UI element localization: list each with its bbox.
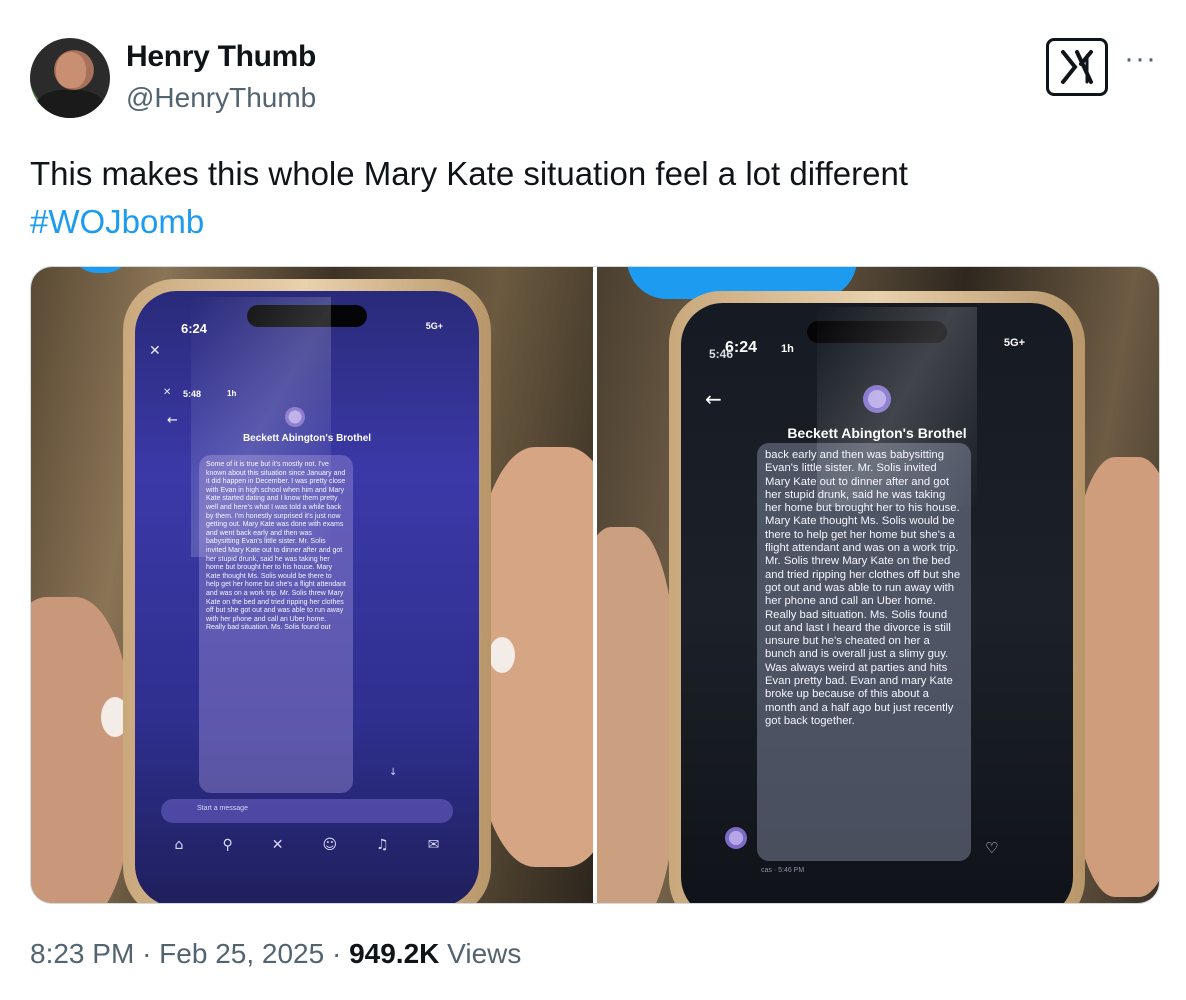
messages-icon[interactable]: ✉ — [428, 837, 440, 853]
close-icon[interactable]: ✕ — [163, 387, 171, 398]
inner-call-duration: 1h — [227, 389, 237, 398]
status-time: 6:24 — [181, 321, 208, 336]
author-display-name[interactable]: Henry Thumb — [126, 40, 316, 74]
views-label: Views — [447, 938, 522, 969]
more-horizontal-icon[interactable]: ··· — [1124, 44, 1157, 74]
message-bubble: back early and then was babysitting Evan… — [757, 443, 971, 861]
back-arrow-icon[interactable]: ← — [705, 387, 722, 411]
composer-placeholder: Start a message — [197, 805, 248, 812]
status-signal: 5G+ — [1003, 337, 1025, 349]
author-handle[interactable]: @HenryThumb — [126, 82, 316, 114]
hand — [31, 597, 131, 903]
chat-title: Beckett Abington's Brothel — [787, 425, 967, 441]
separator: · — [331, 938, 342, 969]
close-icon[interactable]: ✕ — [149, 343, 161, 359]
photo-left[interactable]: 6:24 5G+ ✕ ✕ 5:48 1h ← Beckett Abington'… — [31, 267, 593, 903]
sender-avatar — [725, 827, 747, 849]
message-bubble: Some of it is true but it's mostly not. … — [199, 455, 353, 793]
views-count[interactable]: 949.2K — [349, 938, 439, 969]
x-logo-glyph — [1061, 50, 1093, 84]
tweet-body: This makes this whole Mary Kate situatio… — [30, 155, 908, 192]
tweet-time[interactable]: 8:23 PM — [30, 938, 134, 969]
scroll-down-icon[interactable]: ↓ — [389, 767, 397, 778]
back-arrow-icon[interactable]: ← — [167, 413, 178, 428]
hand — [597, 527, 677, 903]
media-grid: 6:24 5G+ ✕ ✕ 5:48 1h ← Beckett Abington'… — [30, 266, 1160, 904]
chat-title: Beckett Abington's Brothel — [242, 433, 372, 444]
phone: 6:24 5G+ ✕ ✕ 5:48 1h ← Beckett Abington'… — [123, 279, 491, 903]
phone-screen: 6:24 5G+ ✕ ✕ 5:48 1h ← Beckett Abington'… — [135, 291, 479, 903]
dynamic-island — [247, 305, 367, 327]
avatar-face — [56, 52, 86, 88]
search-icon[interactable]: ⚲ — [222, 837, 232, 853]
phone-screen: 6:24 5:46 1h 5G+ ← Beckett Abington's Br… — [681, 303, 1073, 903]
heart-icon[interactable]: ♡ — [985, 839, 998, 857]
message-timestamp: cas · 5:46 PM — [761, 867, 805, 874]
grok-icon[interactable]: ✕ — [272, 837, 284, 853]
bottom-tab-bar: ⌂ ⚲ ✕ ☺ ♫ ✉ — [155, 837, 459, 853]
communities-icon[interactable]: ☺ — [323, 837, 338, 853]
hashtag-link[interactable]: #WOJbomb — [30, 198, 1150, 246]
avatar[interactable] — [30, 38, 110, 118]
separator: · — [142, 938, 152, 969]
home-icon[interactable]: ⌂ — [175, 837, 184, 853]
photo-right[interactable]: 6:24 5:46 1h 5G+ ← Beckett Abington's Br… — [597, 267, 1159, 903]
x-logo-icon[interactable] — [1046, 38, 1108, 96]
inner-status-time: 5:48 — [183, 389, 202, 399]
blue-blob — [71, 267, 131, 273]
phone: 6:24 5:46 1h 5G+ ← Beckett Abington's Br… — [669, 291, 1085, 903]
fingernail — [489, 637, 515, 673]
notifications-icon[interactable]: ♫ — [376, 837, 389, 853]
tweet-timestamp: 8:23 PM · Feb 25, 2025 · 949.2K Views — [30, 938, 521, 970]
inner-call-duration: 1h — [781, 343, 794, 355]
chat-avatar — [863, 385, 891, 413]
inner-status-time: 5:46 — [709, 347, 734, 361]
avatar-shirt — [36, 90, 104, 118]
tweet-date[interactable]: Feb 25, 2025 — [159, 938, 324, 969]
status-signal: 5G+ — [425, 321, 443, 331]
message-composer[interactable]: Start a message — [161, 799, 453, 823]
dynamic-island — [807, 321, 947, 343]
tweet-text: This makes this whole Mary Kate situatio… — [30, 150, 1150, 246]
chat-avatar — [285, 407, 305, 427]
